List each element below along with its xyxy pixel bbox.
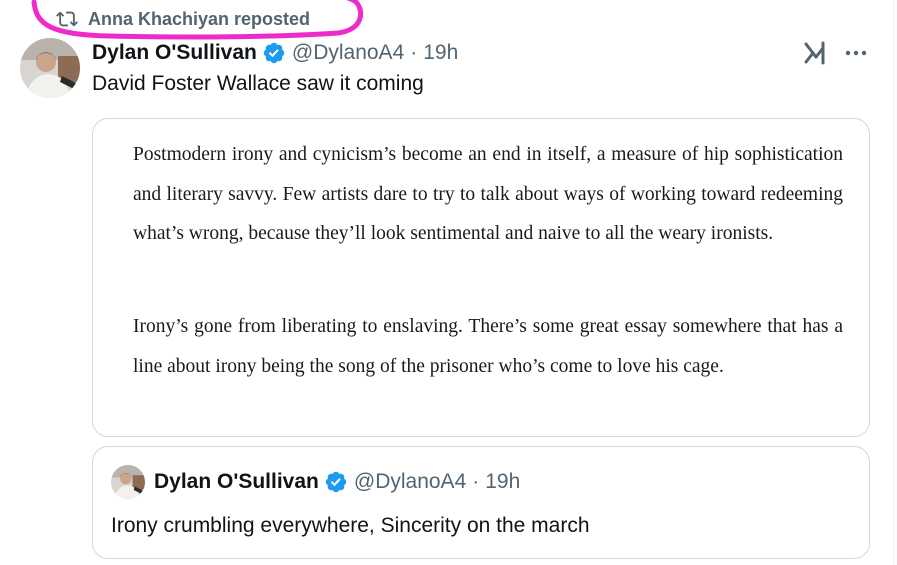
quoted-author-handle[interactable]: @DylanoA4 — [354, 470, 466, 494]
quoted-tweet[interactable]: Dylan O'Sullivan @DylanoA4 · 19h Irony c… — [92, 446, 870, 559]
verified-badge-icon[interactable] — [324, 470, 348, 494]
repost-label[interactable]: Anna Khachiyan reposted — [88, 9, 310, 30]
media-image[interactable]: Postmodern irony and cynicism’s become a… — [92, 118, 870, 437]
timeline-divider — [893, 0, 894, 565]
quoted-tweet-text: Irony crumbling everywhere, Sincerity on… — [111, 514, 590, 537]
social-context[interactable]: Anna Khachiyan reposted — [56, 7, 310, 31]
repost-icon — [56, 11, 78, 27]
avatar[interactable] — [20, 38, 80, 98]
tweet-text: David Foster Wallace saw it coming — [92, 72, 424, 95]
quoted-avatar-image — [111, 465, 145, 499]
verified-badge-icon[interactable] — [262, 41, 286, 65]
timestamp[interactable]: 19h — [423, 41, 458, 65]
avatar-image — [20, 38, 80, 98]
quoted-author-name[interactable]: Dylan O'Sullivan — [154, 470, 319, 494]
quoted-header: Dylan O'Sullivan @DylanoA4 · 19h — [154, 467, 520, 497]
more-dots — [845, 50, 867, 56]
author-name[interactable]: Dylan O'Sullivan — [92, 41, 257, 65]
separator-dot: · — [410, 41, 418, 64]
grok-icon[interactable] — [802, 39, 830, 67]
quote-paragraph: Postmodern irony and cynicism’s become a… — [133, 144, 843, 244]
separator-dot: · — [472, 470, 480, 493]
quoted-timestamp[interactable]: 19h — [485, 470, 520, 494]
more-icon[interactable] — [842, 39, 870, 67]
tweet-header: Dylan O'Sullivan @DylanoA4 · 19h — [92, 38, 458, 68]
author-handle[interactable]: @DylanoA4 — [292, 41, 404, 65]
quoted-avatar[interactable] — [111, 465, 145, 499]
quote-paragraph: Irony’s gone from liberating to enslavin… — [133, 316, 843, 377]
